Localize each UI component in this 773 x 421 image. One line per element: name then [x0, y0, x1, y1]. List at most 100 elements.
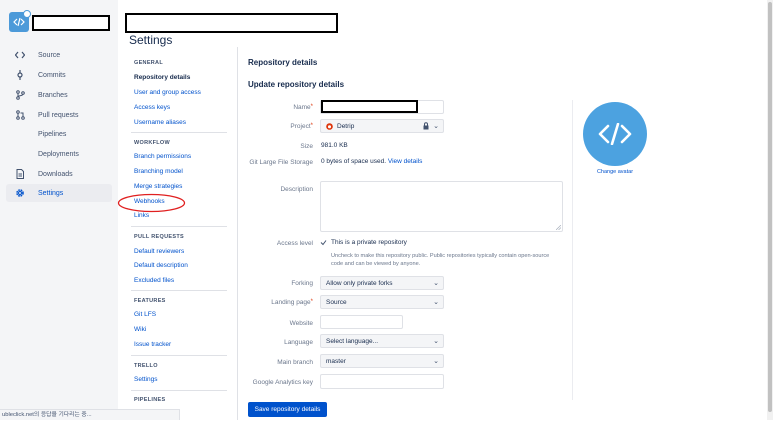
form-subtitle: Update repository details — [248, 80, 345, 89]
resize-handle-icon[interactable] — [556, 225, 561, 230]
commit-icon — [12, 70, 28, 80]
section-heading-pull-requests: PULL REQUESTS — [134, 234, 184, 240]
private-checkbox-label: This is a private repository — [331, 239, 407, 246]
settings-link-issue-tracker[interactable]: Issue tracker — [134, 341, 171, 348]
description-textarea[interactable] — [320, 181, 563, 232]
private-checkbox[interactable] — [320, 239, 327, 248]
breadcrumb-redacted — [125, 13, 338, 33]
view-details-link[interactable]: View details — [388, 158, 423, 165]
nav-label: Branches — [38, 91, 68, 99]
settings-link-excluded-files[interactable]: Excluded files — [134, 277, 174, 284]
webhooks-highlight-circle — [117, 193, 186, 213]
size-value: 981.0 KB — [321, 142, 348, 149]
nav-label: Deployments — [38, 150, 79, 158]
settings-link-git-lfs[interactable]: Git LFS — [134, 311, 156, 318]
main-branch-value: master — [326, 357, 346, 365]
section-heading-workflow: WORKFLOW — [134, 140, 171, 146]
access-level-label: Access level — [276, 240, 313, 247]
nav-item-commits[interactable]: Commits — [6, 66, 112, 84]
scrollbar-thumb[interactable] — [768, 2, 772, 412]
project-value: Detrip — [337, 122, 355, 130]
language-label: Language — [284, 339, 313, 346]
notification-badge — [23, 10, 31, 18]
forking-select[interactable]: Allow only private forks ⌄ — [320, 276, 444, 290]
avatar-divider — [572, 100, 573, 400]
code-icon — [12, 51, 28, 59]
settings-link-wiki[interactable]: Wiki — [134, 326, 146, 333]
google-analytics-input[interactable] — [320, 374, 444, 389]
settings-link-default-description[interactable]: Default description — [134, 262, 188, 269]
settings-link-branching-model[interactable]: Branching model — [134, 168, 183, 175]
section-heading-general: GENERAL — [134, 60, 163, 66]
nav-label: Pull requests — [38, 111, 79, 119]
name-value-redacted — [321, 100, 418, 113]
settings-link-repository-details[interactable]: Repository details — [134, 74, 190, 81]
nav-item-deployments[interactable]: Deployments — [6, 145, 112, 163]
nav-label: Settings — [38, 189, 64, 197]
checkmark-icon — [320, 240, 327, 246]
nav-item-pull-requests[interactable]: Pull requests — [6, 106, 112, 124]
name-label: Name* — [293, 104, 313, 111]
chevron-down-icon: ⌄ — [433, 338, 439, 345]
browser-status-bar: ubleclick.net의 응답을 기다리는 중... — [0, 409, 180, 420]
access-level-helper: Uncheck to make this repository public. … — [331, 253, 550, 267]
settings-link-trello-settings[interactable]: Settings — [134, 376, 158, 383]
downloads-icon — [12, 169, 28, 179]
project-select[interactable]: Detrip ⌄ — [320, 119, 444, 133]
forking-value: Allow only private forks — [326, 279, 393, 287]
nav-item-pipelines[interactable]: Pipelines — [6, 125, 112, 143]
settings-link-default-reviewers[interactable]: Default reviewers — [134, 248, 184, 255]
vertical-divider — [237, 47, 238, 420]
main-branch-label: Main branch — [277, 359, 313, 366]
save-repository-details-button[interactable]: Save repository details — [248, 402, 327, 417]
divider — [131, 226, 227, 227]
settings-link-user-group-access[interactable]: User and group access — [134, 89, 201, 96]
landing-page-select[interactable]: Source ⌄ — [320, 295, 444, 309]
nav-item-source[interactable]: Source — [6, 46, 112, 64]
size-label: Size — [300, 143, 313, 150]
nav-item-settings[interactable]: Settings — [6, 184, 112, 202]
gear-icon — [12, 188, 28, 198]
chevron-down-icon: ⌄ — [433, 123, 439, 130]
nav-label: Downloads — [38, 170, 73, 178]
repository-avatar[interactable] — [583, 102, 647, 166]
code-icon — [13, 17, 25, 27]
chevron-down-icon: ⌄ — [433, 358, 439, 365]
nav-label: Pipelines — [38, 130, 67, 138]
nav-item-branches[interactable]: Branches — [6, 86, 112, 104]
repository-name-redacted — [32, 15, 110, 31]
google-analytics-label: Google Analytics key — [252, 379, 313, 386]
section-heading-trello: TRELLO — [134, 363, 158, 369]
nav-item-downloads[interactable]: Downloads — [6, 165, 112, 183]
settings-link-username-aliases[interactable]: Username aliases — [134, 119, 186, 126]
pull-request-icon — [12, 110, 28, 120]
website-input[interactable] — [320, 315, 403, 329]
language-select[interactable]: Select language... ⌄ — [320, 334, 444, 348]
settings-link-branch-permissions[interactable]: Branch permissions — [134, 153, 191, 160]
landing-page-value: Source — [326, 298, 347, 306]
settings-link-links[interactable]: Links — [134, 212, 149, 219]
website-label: Website — [289, 320, 313, 327]
settings-link-merge-strategies[interactable]: Merge strategies — [134, 183, 182, 190]
settings-link-access-keys[interactable]: Access keys — [134, 104, 170, 111]
section-heading-features: FEATURES — [134, 298, 166, 304]
chevron-down-icon: ⌄ — [433, 299, 439, 306]
change-avatar-link[interactable]: Change avatar — [583, 169, 647, 175]
branch-icon — [12, 90, 28, 100]
description-label: Description — [280, 186, 313, 193]
nav-label: Commits — [38, 71, 66, 79]
nav-label: Source — [38, 51, 61, 59]
project-avatar-icon — [326, 122, 333, 130]
chevron-down-icon: ⌄ — [433, 280, 439, 287]
divider — [131, 390, 227, 391]
landing-page-label: Landing page* — [271, 299, 313, 306]
divider — [131, 290, 227, 291]
project-label: Project* — [290, 123, 313, 130]
divider — [131, 132, 227, 133]
git-lfs-value: 0 bytes of space used. View details — [321, 158, 423, 165]
section-heading-pipelines: PIPELINES — [134, 397, 166, 403]
page-title: Settings — [129, 33, 173, 47]
section-title: Repository details — [248, 58, 318, 67]
main-branch-select[interactable]: master ⌄ — [320, 354, 444, 368]
lock-icon — [423, 122, 429, 132]
